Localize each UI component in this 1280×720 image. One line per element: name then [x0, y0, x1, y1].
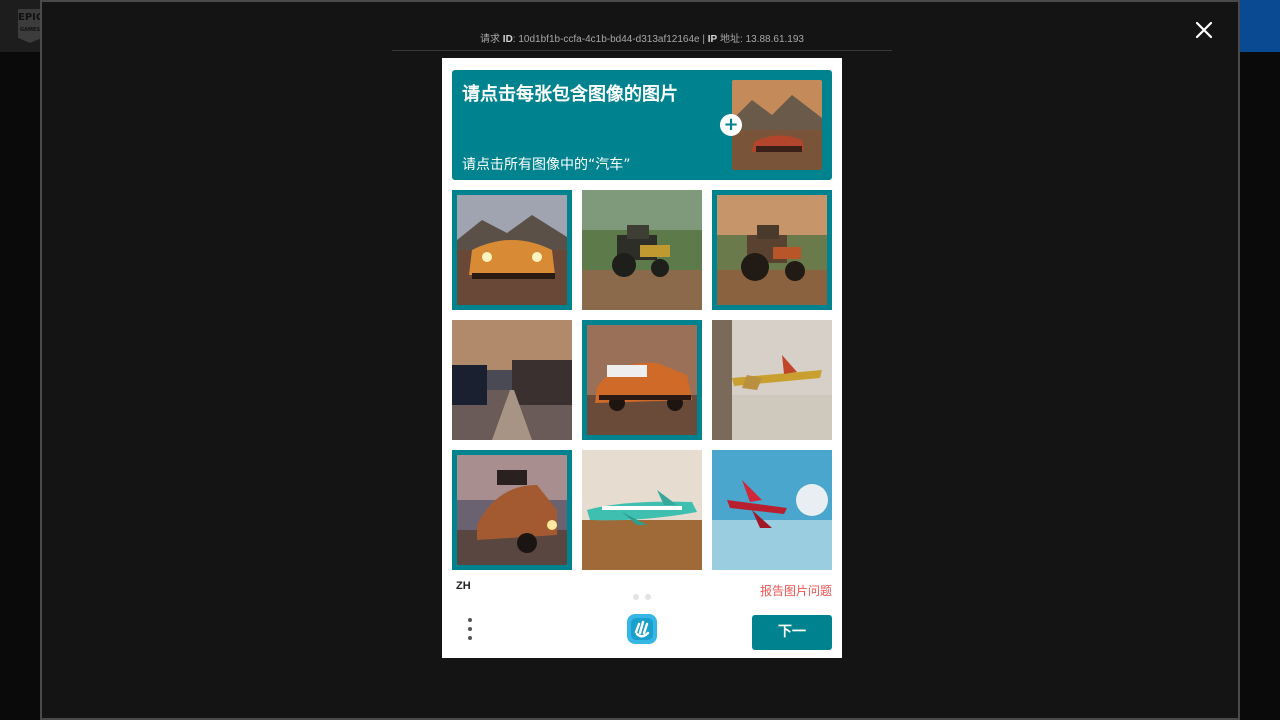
prompt-title: 请点击每张包含图像的图片 [462, 84, 678, 105]
tile-2[interactable] [582, 190, 702, 310]
example-image [732, 80, 822, 170]
tile-6[interactable] [712, 320, 832, 440]
tile-image [457, 195, 567, 305]
tile-8[interactable] [582, 450, 702, 570]
prompt-subtitle: 请点击所有图像中的“汽车” [462, 157, 631, 173]
hcaptcha-logo-icon [625, 612, 659, 646]
ray-id-value: 10d1bf1b-ccfa-4c1b-bd44-d313af12164e [518, 34, 700, 45]
divider [392, 50, 892, 51]
tile-image [582, 190, 702, 310]
tile-image [712, 450, 832, 570]
ip-label: IP [707, 34, 718, 45]
tile-image [582, 450, 702, 570]
ip-value: 13.88.61.193 [745, 34, 804, 45]
tile-3[interactable] [712, 190, 832, 310]
tile-4[interactable] [452, 320, 572, 440]
plus-icon: + [720, 114, 742, 136]
tile-image [452, 320, 572, 440]
captcha-challenge: 请点击每张包含图像的图片 请点击所有图像中的“汽车” + ZH 报告图片问题 下… [442, 58, 842, 658]
page-dot [633, 594, 639, 600]
report-image-link[interactable]: 报告图片问题 [760, 582, 832, 599]
ray-id-label: ID [502, 34, 513, 45]
tile-image [457, 455, 567, 565]
language-selector[interactable]: ZH [456, 580, 471, 592]
page-indicator [633, 585, 657, 604]
tile-image [717, 195, 827, 305]
tile-image [587, 325, 697, 435]
tile-image [712, 320, 832, 440]
tile-5[interactable] [582, 320, 702, 440]
tile-7[interactable] [452, 450, 572, 570]
close-icon[interactable] [1192, 18, 1216, 42]
ray-id-prefix: 请求 [480, 34, 501, 45]
tile-1[interactable] [452, 190, 572, 310]
challenge-prompt: 请点击每张包含图像的图片 请点击所有图像中的“汽车” + [452, 70, 832, 180]
ray-id-info: 请求 ID: 10d1bf1b-ccfa-4c1b-bd44-d313af121… [480, 34, 804, 45]
captcha-modal-overlay: 请求 ID: 10d1bf1b-ccfa-4c1b-bd44-d313af121… [40, 0, 1240, 720]
page-dot [645, 594, 651, 600]
more-options-icon[interactable] [464, 618, 476, 644]
tile-9[interactable] [712, 450, 832, 570]
ip-suffix: 地址 [720, 34, 741, 45]
header-action-button[interactable] [1238, 0, 1280, 52]
epic-games-logo: EPIC GAMES [18, 9, 42, 43]
next-button[interactable]: 下一 [752, 615, 832, 650]
